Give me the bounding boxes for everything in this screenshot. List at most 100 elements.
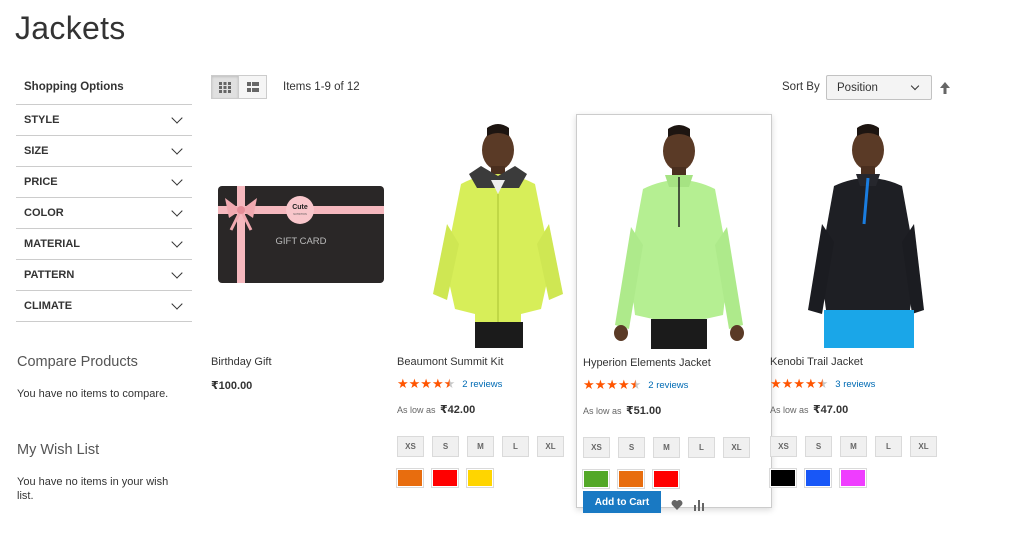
size-swatch[interactable]: XL [537,436,564,457]
filter-material[interactable]: MATERIAL [16,229,192,260]
product-price: As low as ₹51.00 [583,404,661,417]
filter-climate[interactable]: CLIMATE [16,291,192,322]
chevron-down-icon [910,81,920,91]
color-swatch[interactable] [582,469,610,489]
reviews-link[interactable]: 3 reviews [835,379,875,390]
size-swatch[interactable]: XS [583,437,610,458]
sort-by-value: Position [837,81,878,94]
color-swatch[interactable] [396,468,424,488]
filter-label: CLIMATE [24,300,73,312]
gift-card-sub: NUTRITION [293,213,307,216]
product-card: Beaumont Summit Kit ★★★★★ 2 reviews As l… [391,114,587,514]
list-view-button[interactable] [239,75,267,99]
color-swatch[interactable] [839,468,867,488]
size-swatch[interactable]: M [653,437,680,458]
size-swatch[interactable]: S [805,436,832,457]
size-swatch[interactable]: XS [770,436,797,457]
product-price: ₹100.00 [211,380,253,392]
size-swatch[interactable]: XS [397,436,424,457]
color-swatch[interactable] [466,468,494,488]
size-swatch[interactable]: L [688,437,715,458]
jacket-photo [614,125,744,349]
filter-label: PATTERN [24,269,75,281]
price-value: ₹47.00 [813,404,849,416]
filter-size[interactable]: SIZE [16,136,192,167]
product-card: Kenobi Trail Jacket ★★★★★ 3 reviews As l… [764,114,944,514]
color-swatch[interactable] [617,469,645,489]
rating-stars: ★★★★★ [397,376,456,391]
add-to-cart-button[interactable]: Add to Cart [583,491,661,513]
compare-empty-text: You have no items to compare. [17,388,169,400]
product-rating: ★★★★★ 2 reviews [397,376,502,392]
size-swatch[interactable]: S [618,437,645,458]
size-swatches: XS S M L XL [583,437,750,458]
product-name[interactable]: Kenobi Trail Jacket [770,356,863,368]
sidebar: Shopping Options STYLE SIZE PRICE COLOR … [16,72,192,503]
filter-label: SIZE [24,145,49,157]
gift-card-text: GIFT CARD [275,236,327,247]
jacket-photo [433,124,563,348]
list-icon [246,81,259,92]
size-swatch[interactable]: L [502,436,529,457]
page-title: Jackets [15,10,126,46]
heart-icon[interactable] [671,499,683,511]
color-swatch[interactable] [804,468,832,488]
size-swatch[interactable]: L [875,436,902,457]
color-swatches [769,468,867,488]
product-card: Hyperion Elements Jacket ★★★★★ 2 reviews… [576,114,772,513]
filter-label: MATERIAL [24,238,81,250]
gift-card-brand: Cute [292,204,308,211]
size-swatch[interactable]: XL [723,437,750,458]
sort-by-label: Sort By [782,81,820,93]
color-swatch[interactable] [652,469,680,489]
filter-price[interactable]: PRICE [16,167,192,198]
product-name[interactable]: Beaumont Summit Kit [397,356,503,368]
color-swatch[interactable] [431,468,459,488]
size-swatches: XS S M L XL [397,436,564,457]
price-value: ₹42.00 [440,404,476,416]
color-swatches [582,469,680,489]
product-photo[interactable]: Cute NUTRITION GIFT CARD [211,114,405,348]
color-swatches [396,468,494,488]
chevron-down-icon [171,205,183,217]
reviews-link[interactable]: 2 reviews [648,380,688,391]
filter-label: PRICE [24,176,58,188]
filter-pattern[interactable]: PATTERN [16,260,192,291]
arrow-up-icon[interactable] [938,80,952,96]
size-swatch[interactable]: M [467,436,494,457]
price-prefix: As low as [397,405,436,415]
chevron-down-icon [171,143,183,155]
price-prefix: As low as [770,405,809,415]
chevron-down-icon [171,112,183,124]
product-photo[interactable] [764,114,944,348]
product-photo[interactable] [577,115,771,349]
grid-view-button[interactable] [211,75,239,99]
size-swatch[interactable]: M [840,436,867,457]
size-swatch[interactable]: S [432,436,459,457]
chevron-down-icon [171,298,183,310]
product-name[interactable]: Hyperion Elements Jacket [583,357,711,369]
color-swatch[interactable] [769,468,797,488]
rating-stars: ★★★★★ [770,376,829,391]
product-price: As low as ₹42.00 [397,403,475,416]
price-value: ₹51.00 [626,405,662,417]
shopping-options-title: Shopping Options [16,72,192,105]
size-swatches: XS S M L XL [770,436,937,457]
filter-style[interactable]: STYLE [16,105,192,136]
filter-label: COLOR [24,207,64,219]
toolbar-amount: Items 1-9 of 12 [283,81,360,93]
price-prefix: As low as [583,406,622,416]
filter-color[interactable]: COLOR [16,198,192,229]
chevron-down-icon [171,174,183,186]
chevron-down-icon [171,236,183,248]
product-rating: ★★★★★ 3 reviews [770,376,875,392]
product-card: Cute NUTRITION GIFT CARD Birthday Gift ₹… [211,114,407,514]
product-photo[interactable] [391,114,585,348]
compare-icon[interactable] [693,499,705,511]
rating-stars: ★★★★★ [583,377,642,392]
sort-by-select[interactable]: Position [826,75,932,100]
grid-icon [219,81,231,93]
reviews-link[interactable]: 2 reviews [462,379,502,390]
size-swatch[interactable]: XL [910,436,937,457]
product-name[interactable]: Birthday Gift [211,356,272,368]
